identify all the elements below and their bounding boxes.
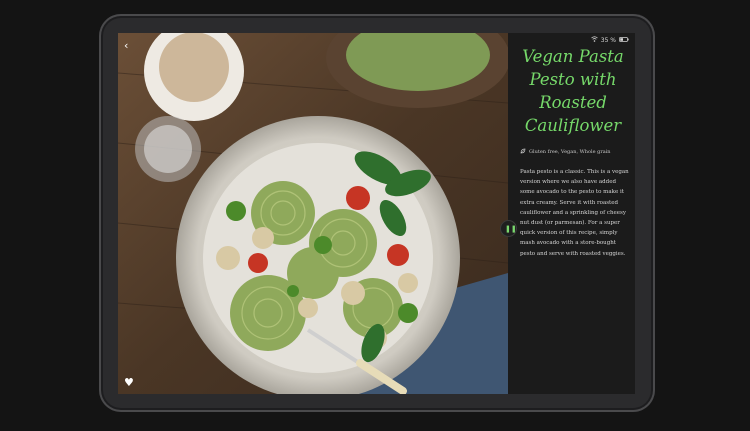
pause-handle-icon: ❚❚ (505, 225, 517, 233)
wifi-icon (590, 36, 598, 44)
tags-text: Gluten free, Vegan, Whole grain (529, 149, 611, 155)
battery-icon (619, 36, 629, 44)
back-chevron-icon: ‹ (124, 39, 129, 52)
back-button[interactable]: ‹ (124, 39, 128, 52)
favorite-button[interactable]: ♥ (124, 376, 134, 389)
recipe-panel: 35 % Vegan Pasta Pesto with Roasted Caul… (508, 33, 635, 394)
recipe-photo (118, 33, 508, 394)
battery-percentage: 35 % (600, 36, 616, 44)
app-screen: ‹ ♥ 35 % Vegan Pasta Pesto with Roasted … (118, 33, 635, 394)
recipe-tags: Gluten free, Vegan, Whole grain (520, 148, 632, 156)
heart-icon: ♥ (124, 376, 134, 389)
leaf-icon (520, 148, 526, 156)
recipe-title: Vegan Pasta Pesto with Roasted Cauliflow… (522, 47, 624, 135)
recipe-description: Pasta pesto is a classic. This is a vega… (520, 169, 629, 257)
status-bar: 35 % (590, 36, 629, 44)
panel-divider-handle[interactable]: ❚❚ (500, 220, 517, 237)
